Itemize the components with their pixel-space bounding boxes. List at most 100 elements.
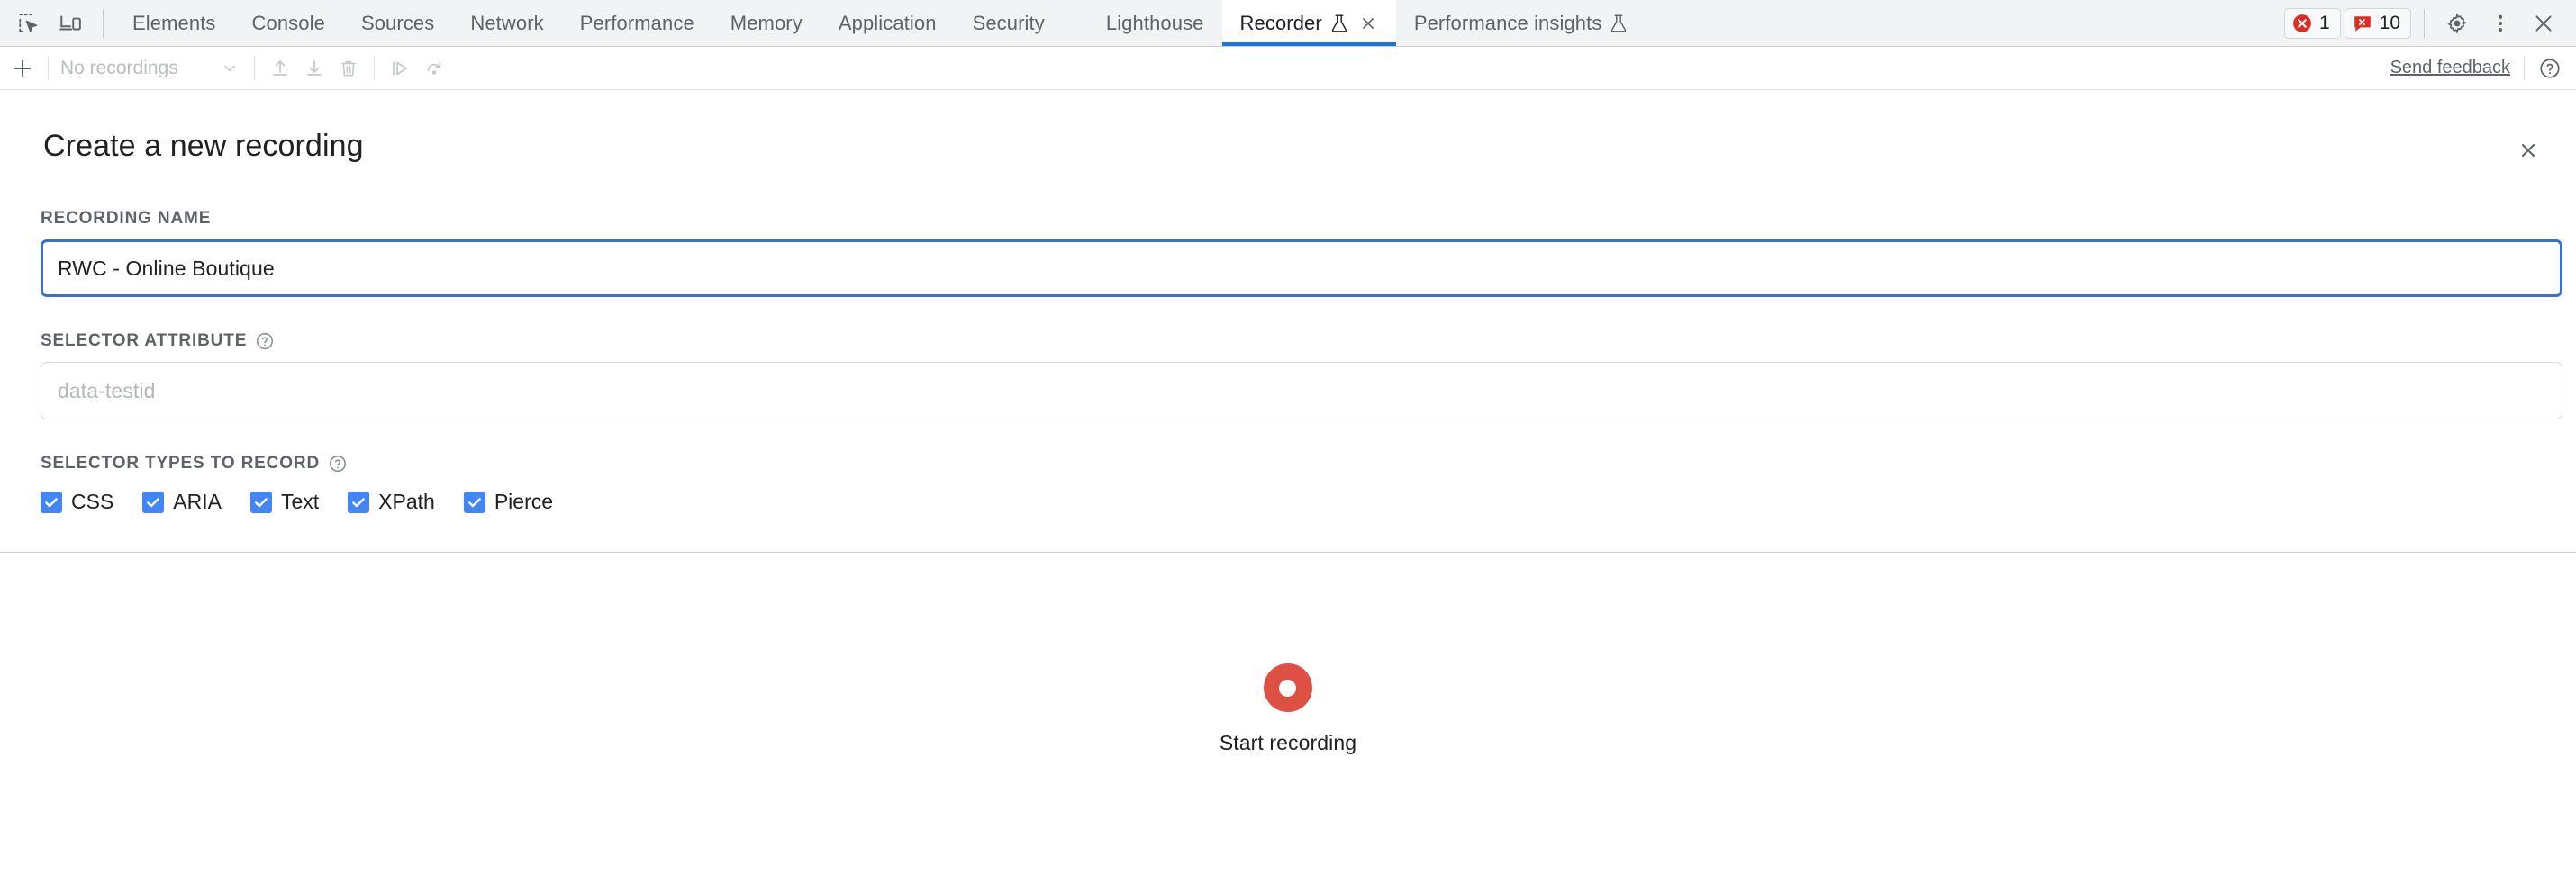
tab-label: Lighthouse: [1106, 12, 1204, 35]
tab-label: Performance insights: [1414, 12, 1602, 35]
issue-count-badge[interactable]: 10: [2345, 8, 2411, 39]
devtools-window: Elements Console Sources Network Perform…: [0, 0, 2576, 875]
tab-label: Elements: [132, 12, 216, 35]
tab-elements[interactable]: Elements: [114, 0, 234, 46]
help-icon[interactable]: [255, 331, 275, 351]
add-recording-icon[interactable]: [5, 51, 40, 86]
checkmark-icon: [142, 492, 164, 513]
checkbox-label: CSS: [71, 490, 113, 514]
spacer: [41, 297, 2562, 331]
tab-memory[interactable]: Memory: [712, 0, 821, 46]
tab-security[interactable]: Security: [955, 0, 1063, 46]
tab-label: Console: [252, 12, 325, 35]
tab-label: Application: [839, 12, 937, 35]
selector-types-label: SELECTOR TYPES TO RECORD: [41, 454, 2562, 474]
spacer: [41, 167, 2562, 209]
tab-performance-insights[interactable]: Performance insights: [1396, 0, 1646, 46]
tab-performance[interactable]: Performance: [562, 0, 712, 46]
recording-form: RECORDING NAME RWC - Online Boutique SEL…: [0, 167, 2576, 514]
toolbar-divider: [48, 57, 49, 80]
checkbox-label: XPath: [378, 490, 435, 514]
close-panel-icon[interactable]: [2511, 133, 2545, 167]
more-options-icon[interactable]: [2481, 4, 2520, 43]
tabbar-divider: [103, 9, 104, 38]
devtools-tabbar: Elements Console Sources Network Perform…: [0, 0, 2576, 47]
checkmark-icon: [348, 492, 369, 513]
toolbar-divider: [254, 57, 255, 80]
error-circle-icon: [2292, 14, 2312, 33]
experiment-flask-icon: [1610, 14, 1628, 33]
panel-tabs: Elements Console Sources Network Perform…: [114, 0, 2284, 46]
measure-performance-icon[interactable]: [417, 51, 451, 86]
checkbox-label: ARIA: [173, 490, 222, 514]
checkbox-text[interactable]: Text: [250, 490, 326, 514]
checkbox-aria[interactable]: ARIA: [142, 490, 229, 514]
toolbar-divider: [374, 57, 375, 80]
checkbox-label: Pierce: [494, 490, 553, 514]
tab-recorder[interactable]: Recorder: [1222, 0, 1396, 46]
send-feedback-link[interactable]: Send feedback: [2385, 58, 2516, 78]
tab-label: Performance: [580, 12, 694, 35]
recordings-select[interactable]: No recordings: [57, 52, 246, 85]
selector-types-checkbox-row: CSS ARIA Text: [41, 490, 2562, 514]
spacer: [41, 419, 2562, 454]
recording-name-label-text: RECORDING NAME: [41, 209, 211, 229]
checkbox-css[interactable]: CSS: [41, 490, 121, 514]
close-devtools-icon[interactable]: [2524, 4, 2563, 43]
recordings-select-value: No recordings: [60, 58, 178, 79]
panel-header: Create a new recording: [0, 90, 2576, 167]
help-icon[interactable]: [328, 454, 348, 474]
issue-count-value: 10: [2380, 14, 2400, 33]
error-count-badge[interactable]: 1: [2284, 8, 2341, 39]
tabbar-left-tools: [0, 0, 114, 46]
checkmark-icon: [464, 492, 485, 513]
checkbox-pierce[interactable]: Pierce: [464, 490, 560, 514]
selector-types-field: SELECTOR TYPES TO RECORD: [41, 454, 2562, 514]
recorder-toolbar: No recordings: [0, 47, 2576, 90]
selector-attribute-placeholder: data-testid: [58, 379, 156, 403]
help-icon[interactable]: [2533, 51, 2567, 86]
record-dot-inner: [1279, 680, 1296, 697]
tab-application[interactable]: Application: [821, 0, 955, 46]
tab-label: Sources: [361, 12, 434, 35]
checkmark-icon: [41, 492, 62, 513]
start-recording-button[interactable]: Start recording: [1196, 654, 1380, 764]
import-recording-icon[interactable]: [263, 51, 297, 86]
recording-name-value: RWC - Online Boutique: [58, 257, 275, 281]
toolbar-divider: [2524, 57, 2525, 80]
export-recording-icon[interactable]: [297, 51, 331, 86]
tab-network[interactable]: Network: [452, 0, 561, 46]
selector-attribute-label: SELECTOR ATTRIBUTE: [41, 331, 2562, 351]
tab-label: Security: [973, 12, 1045, 35]
tab-label: Memory: [730, 12, 803, 35]
selector-attribute-label-text: SELECTOR ATTRIBUTE: [41, 331, 247, 351]
device-toolbar-icon[interactable]: [50, 4, 90, 43]
chevron-down-icon: [221, 59, 239, 77]
selector-attribute-input[interactable]: data-testid: [41, 362, 2562, 419]
tab-close-icon[interactable]: [1358, 14, 1378, 33]
recording-name-input[interactable]: RWC - Online Boutique: [41, 239, 2562, 297]
tab-label: Network: [470, 12, 543, 35]
settings-gear-icon[interactable]: [2437, 4, 2477, 43]
checkmark-icon: [250, 492, 272, 513]
error-count-value: 1: [2319, 14, 2330, 33]
tab-label: Recorder: [1240, 12, 1322, 35]
delete-recording-icon[interactable]: [331, 51, 366, 86]
selector-attribute-field: SELECTOR ATTRIBUTE data-testid: [41, 331, 2562, 419]
replay-recording-icon[interactable]: [383, 51, 417, 86]
selector-types-label-text: SELECTOR TYPES TO RECORD: [41, 454, 320, 474]
tab-lighthouse[interactable]: Lighthouse: [1088, 0, 1222, 46]
page-title: Create a new recording: [43, 128, 364, 165]
checkbox-xpath[interactable]: XPath: [348, 490, 442, 514]
create-recording-panel: Create a new recording RECORDING NAME RW…: [0, 90, 2576, 875]
tabbar-right-tools: 1 10: [2284, 0, 2576, 46]
start-recording-area: Start recording: [0, 553, 2576, 875]
issue-bubble-icon: [2353, 14, 2372, 33]
experiment-flask-icon: [1330, 14, 1348, 33]
recording-name-label: RECORDING NAME: [41, 209, 2562, 229]
checkbox-label: Text: [281, 490, 319, 514]
tab-console[interactable]: Console: [234, 0, 343, 46]
inspect-element-icon[interactable]: [9, 4, 49, 43]
record-dot-icon: [1264, 663, 1312, 712]
tab-sources[interactable]: Sources: [343, 0, 452, 46]
